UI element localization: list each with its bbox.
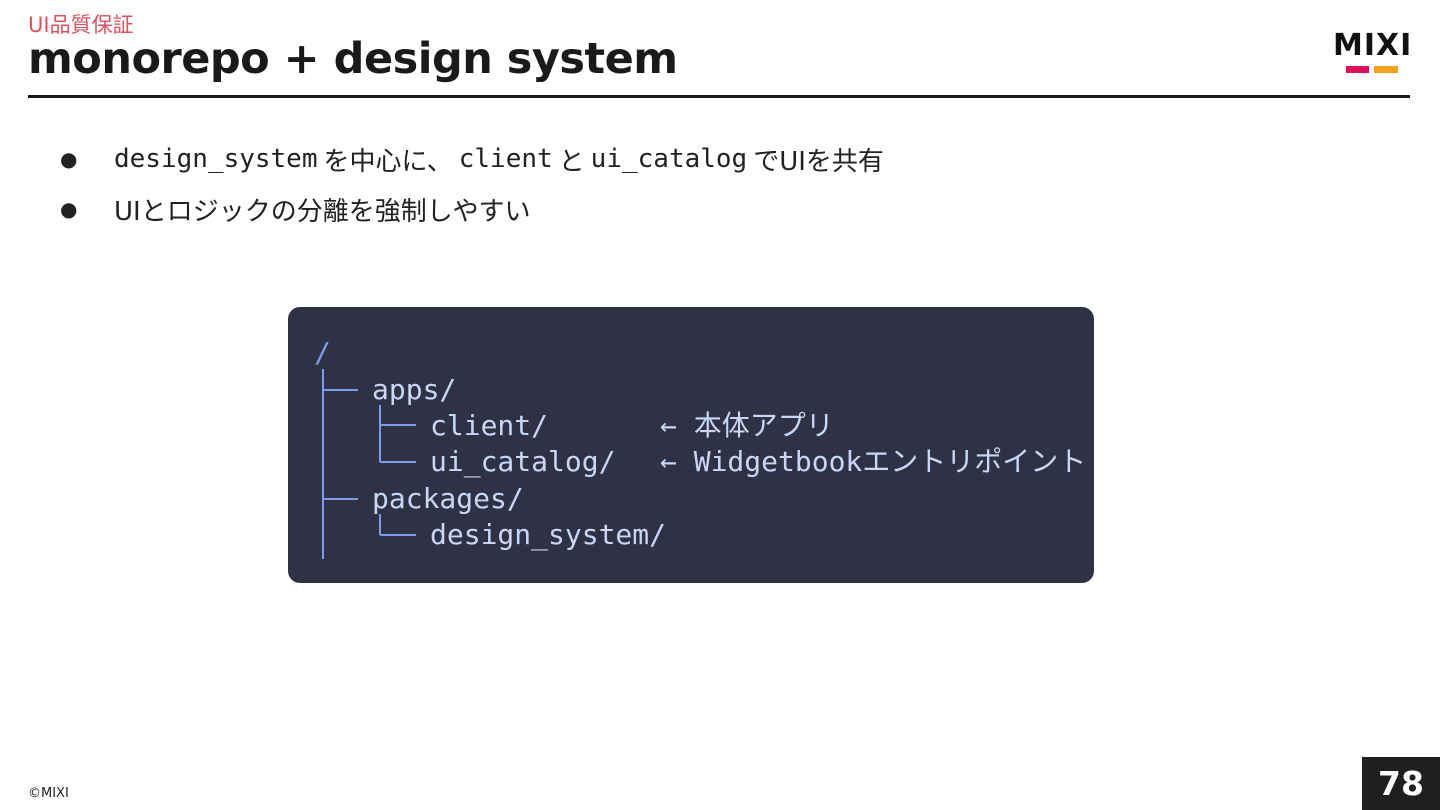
bullet-dot-icon: ● xyxy=(60,147,78,171)
bullet-text: を中心に、 xyxy=(323,146,453,177)
tree-item-client: client/ xyxy=(430,409,549,442)
bullet-item: ● design_system を中心に、 client と ui_catalo… xyxy=(60,134,890,184)
tree-item-design-system: design_system/ xyxy=(430,518,667,551)
tree-note-client: ← 本体アプリ xyxy=(660,409,834,442)
bullet-code: ui_catalog xyxy=(590,144,748,174)
bullet-dot-icon: ● xyxy=(60,197,78,221)
bullet-text: と xyxy=(558,146,585,177)
mixi-logo: MIXI xyxy=(1333,28,1411,76)
tree-root: / xyxy=(314,336,331,369)
tree-note-ui-catalog: ← Widgetbookエントリポイント xyxy=(660,445,1087,478)
tree-item-ui-catalog: ui_catalog/ xyxy=(430,445,616,478)
page-number: 78 xyxy=(1362,757,1440,810)
bullet-item: ● UIとロジックの分離を強制しやすい xyxy=(60,184,890,234)
bullet-text: でUIを共有 xyxy=(753,146,884,177)
bullet-text: UIとロジックの分離を強制しやすい xyxy=(114,196,531,227)
tree-item-packages: packages/ xyxy=(372,482,524,515)
logo-red-bar xyxy=(1346,66,1369,73)
logo-wordmark: MIXI xyxy=(1333,28,1413,63)
tree-item-apps: apps/ xyxy=(372,373,457,406)
bullet-code: client xyxy=(458,144,553,174)
bullet-list: ● design_system を中心に、 client と ui_catalo… xyxy=(60,134,890,234)
title-divider xyxy=(28,95,1410,98)
logo-orange-bar xyxy=(1374,66,1398,73)
slide-title: monorepo + design system xyxy=(28,34,678,84)
bullet-code: design_system xyxy=(114,144,318,174)
copyright: ©MIXI xyxy=(28,786,69,801)
directory-tree-panel: / apps/ client/ ← 本体アプリ ui_catalog/ ← Wi… xyxy=(288,307,1094,583)
